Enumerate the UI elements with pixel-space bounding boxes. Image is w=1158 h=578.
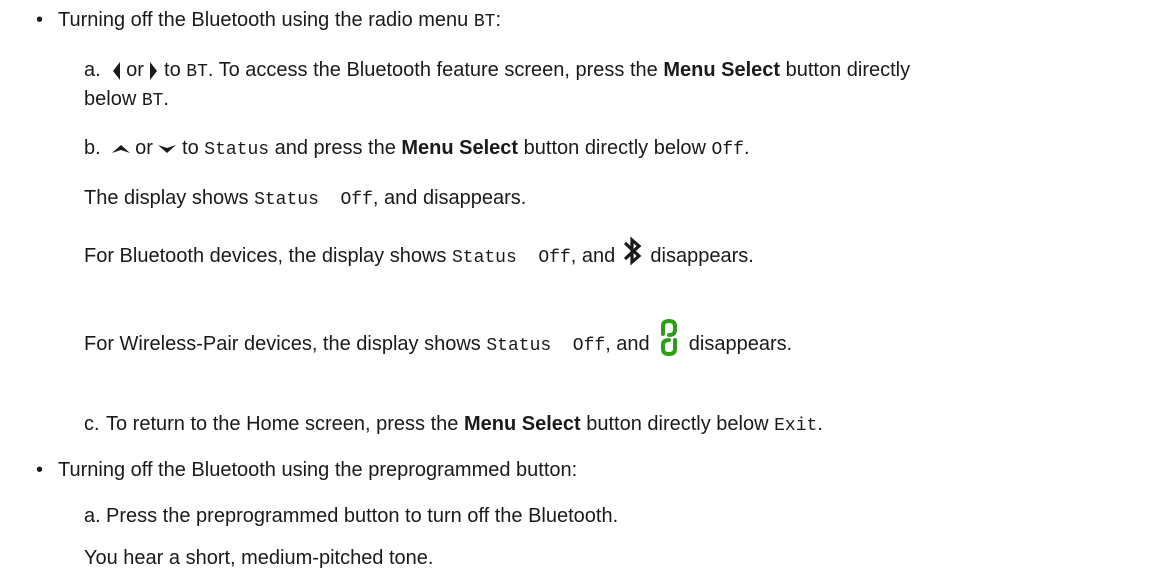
- menu-select-term: Menu Select: [401, 137, 519, 159]
- section-intro-preprogrammed-button: Turning off the Bluetooth using the prep…: [58, 459, 578, 481]
- bullet: •: [36, 459, 44, 481]
- step-label: a.: [84, 505, 101, 527]
- down-arrow-icon: [158, 144, 177, 153]
- step-a-continued: below BT.: [84, 88, 169, 111]
- code-status-off: Status Off: [451, 248, 571, 268]
- code-status-off: Status Off: [486, 336, 606, 356]
- code-bt: BT: [473, 12, 496, 32]
- step-a: a. or to BT. To access the Bluetooth fea…: [84, 59, 911, 82]
- step-b: b. or to Status and press the Menu Selec…: [84, 137, 750, 160]
- wireless-pair-devices-note: For Wireless-Pair devices, the display s…: [84, 318, 792, 358]
- display-shows-status-off: The display shows Status Off, and disapp…: [84, 187, 527, 210]
- code-bt: BT: [141, 91, 164, 111]
- step-a-press-button: a. Press the preprogrammed button to turn…: [84, 505, 619, 527]
- code-status: Status: [204, 140, 270, 160]
- left-arrow-icon: [112, 61, 120, 80]
- code-exit: Exit: [774, 416, 818, 436]
- bullet: •: [36, 9, 44, 31]
- menu-select-term: Menu Select: [463, 413, 581, 435]
- code-status-off: Status Off: [254, 190, 373, 210]
- up-arrow-icon: [111, 144, 130, 153]
- step-label: a.: [84, 59, 101, 81]
- bluetooth-icon: [623, 236, 642, 266]
- tone-note: You hear a short, medium-pitched tone.: [84, 547, 434, 569]
- wireless-pair-icon: [661, 318, 678, 357]
- section-intro-radio-menu: Turning off the Bluetooth using the radi…: [58, 9, 502, 32]
- bluetooth-devices-note: For Bluetooth devices, the display shows…: [84, 236, 754, 270]
- code-off: Off: [711, 140, 744, 160]
- step-c: c. To return to the Home screen, press th…: [84, 413, 823, 436]
- step-label: b.: [84, 137, 101, 159]
- code-bt: BT: [186, 62, 208, 82]
- step-label: c.: [84, 413, 100, 435]
- menu-select-term: Menu Select: [663, 59, 781, 81]
